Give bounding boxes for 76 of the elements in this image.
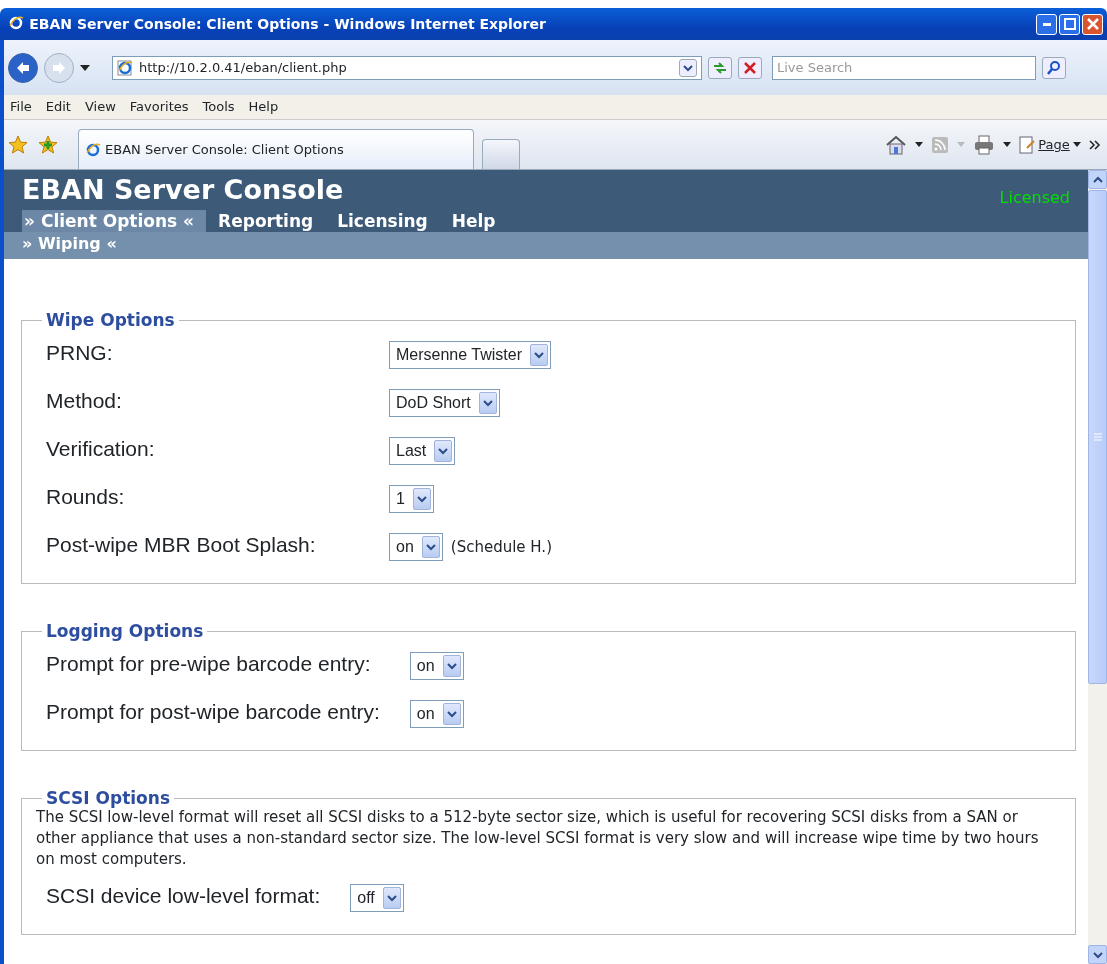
menu-item[interactable]: File: [10, 97, 32, 117]
field-note: (Schedule H.): [450, 538, 552, 556]
page-icon: [1019, 135, 1035, 154]
nav-link[interactable]: Licensing: [325, 210, 440, 232]
nav-link[interactable]: Reporting: [206, 210, 326, 232]
close-button[interactable]: [1082, 13, 1103, 35]
select-field[interactable]: on: [389, 533, 443, 561]
menu-item[interactable]: Help: [248, 97, 279, 117]
select-field[interactable]: 1: [389, 485, 434, 513]
grip-icon: [1093, 433, 1102, 441]
select-field[interactable]: DoD Short: [389, 389, 500, 417]
dropdown-caret-icon[interactable]: [1003, 142, 1011, 147]
dropdown-caret-icon[interactable]: [80, 64, 90, 71]
select-field[interactable]: off: [350, 884, 404, 912]
window-title: EBAN Server Console: Client Options - Windows Internet Explorer: [29, 14, 547, 34]
dropdown-caret-icon: [481, 397, 494, 409]
field-label: PRNG:: [46, 341, 113, 365]
refresh-button[interactable]: [708, 56, 732, 79]
dropdown-caret-icon: [533, 349, 545, 361]
stop-x-icon: [744, 61, 756, 74]
search-field[interactable]: Live Search: [772, 55, 1036, 80]
forward-arrow-icon: [51, 60, 67, 75]
scrollbar-thumb[interactable]: [1088, 190, 1107, 684]
maximize-icon: [1063, 18, 1076, 30]
dropdown-caret-icon[interactable]: [915, 142, 923, 147]
search-icon: [1047, 60, 1061, 75]
field-label: Method:: [46, 389, 122, 413]
back-arrow-icon: [15, 60, 31, 75]
select-field[interactable]: Mersenne Twister: [389, 341, 551, 369]
page-icon: [117, 59, 133, 76]
browser-tab[interactable]: EBAN Server Console: Client Options: [78, 129, 474, 169]
nav-link[interactable]: » Client Options «: [22, 210, 207, 232]
address-field[interactable]: http://10.2.0.41/eban/client.php: [112, 55, 702, 80]
maximize-button[interactable]: [1059, 13, 1080, 35]
dropdown-caret-icon: [445, 708, 458, 720]
menu-item[interactable]: View: [84, 97, 116, 117]
field-label: Rounds:: [46, 485, 125, 509]
minimize-icon: [1042, 22, 1051, 26]
section-description: The SCSI low-level format will reset all SCSI disks to a 512-byte sector size, which is useful for recovering SCSI disks from a SAN or other appliance that uses a non-standard sector size. The low-level SCSI format is very slow and will increase wipe time by two hours on most computers.: [36, 808, 1040, 870]
field-label: Post-wipe MBR Boot Splash:: [46, 533, 316, 557]
menu-item[interactable]: Favorites: [129, 97, 189, 117]
close-icon: [1086, 18, 1099, 30]
menu-item[interactable]: Tools: [202, 97, 235, 117]
dropdown-caret-icon: [437, 445, 450, 457]
section-legend: Wipe Options: [42, 311, 179, 329]
dropdown-caret-icon: [424, 541, 437, 553]
field-label: SCSI device low-level format:: [46, 884, 321, 908]
browser-logo-icon: [85, 141, 101, 158]
select-field[interactable]: on: [409, 652, 464, 680]
printer-icon[interactable]: [973, 134, 995, 155]
field-label: Verification:: [46, 437, 155, 461]
stop-button[interactable]: [738, 56, 762, 79]
dropdown-caret-icon: [415, 493, 428, 505]
add-favorite-icon[interactable]: [38, 134, 58, 155]
search-button[interactable]: [1042, 56, 1066, 79]
select-field[interactable]: Last: [389, 437, 456, 465]
menu-item[interactable]: Edit: [45, 97, 71, 117]
home-icon[interactable]: [885, 134, 907, 155]
nav-link[interactable]: Help: [439, 210, 508, 232]
vertical-scrollbar[interactable]: [1088, 170, 1107, 964]
page-menu-button[interactable]: Page: [1019, 134, 1081, 155]
minimize-button[interactable]: [1036, 13, 1057, 35]
page-title: EBAN Server Console: [22, 174, 344, 207]
chevron-icon[interactable]: [1089, 139, 1101, 150]
dropdown-caret-icon: [385, 892, 398, 904]
star-icon[interactable]: [8, 134, 28, 155]
back-button[interactable]: [8, 52, 38, 83]
field-label: Prompt for post-wipe barcode entry:: [46, 700, 380, 724]
select-field[interactable]: on: [409, 700, 464, 728]
section-legend: Logging Options: [42, 622, 208, 640]
license-status: Licensed: [999, 187, 1070, 209]
refresh-arrows-icon: [712, 60, 728, 75]
field-label: Prompt for pre-wipe barcode entry:: [46, 652, 371, 676]
dropdown-caret-icon: [445, 660, 458, 672]
section-legend: SCSI Options: [42, 789, 174, 807]
dropdown-caret-icon: [1073, 142, 1081, 147]
